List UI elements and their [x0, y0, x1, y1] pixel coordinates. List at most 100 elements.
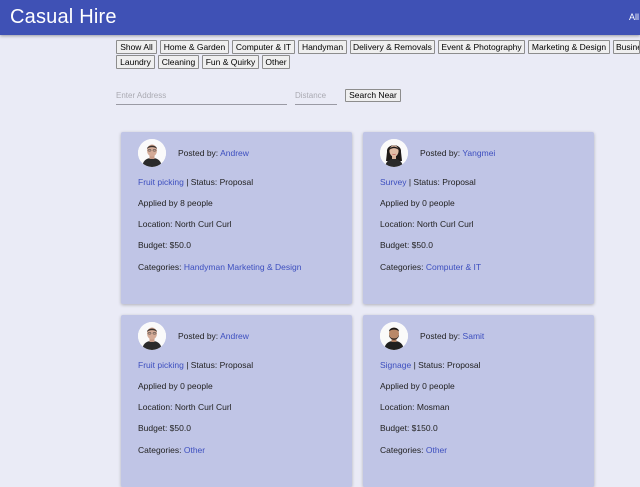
budget-value: $150.0 [411, 423, 438, 433]
category-computer-it-button[interactable]: Computer & IT [232, 40, 295, 54]
man-avatar-icon[interactable] [138, 139, 166, 167]
category-delivery-removals-button[interactable]: Delivery & Removals [350, 40, 435, 54]
app-title[interactable]: Casual Hire [10, 6, 117, 28]
location-prefix: Location: [138, 219, 175, 229]
job-budget: Budget: $150.0 [380, 423, 438, 434]
budget-value: $50.0 [169, 240, 191, 250]
job-budget: Budget: $50.0 [138, 240, 191, 251]
budget-prefix: Budget: [380, 423, 412, 433]
category-show-all-button[interactable]: Show All [116, 40, 157, 54]
job-location: Location: North Curl Curl [138, 402, 232, 413]
woman-avatar-icon[interactable] [380, 139, 408, 167]
job-title-link[interactable]: Fruit picking [138, 177, 184, 187]
budget-value: $50.0 [169, 423, 191, 433]
category-other-button[interactable]: Other [262, 55, 290, 69]
job-title-status: Survey | Status: Proposal [380, 177, 476, 188]
job-card: Posted by: Samit Signage | Status: Propo… [363, 315, 594, 487]
job-title-status: Fruit picking | Status: Proposal [138, 177, 253, 188]
applied-suffix: people [184, 381, 213, 391]
budget-value: $50.0 [411, 240, 433, 250]
address-placeholder: Enter Address [116, 91, 167, 100]
job-categories: Categories: Computer & IT [380, 262, 481, 273]
applied-count: Applied by 8 people [138, 198, 213, 209]
job-title-link[interactable]: Fruit picking [138, 360, 184, 370]
job-budget: Budget: $50.0 [380, 240, 433, 251]
distance-placeholder: Distance [295, 91, 327, 100]
location-value: North Curl Curl [174, 402, 232, 412]
applied-prefix: Applied by [138, 381, 181, 391]
status-prefix: | Status: [406, 177, 443, 187]
job-title-link[interactable]: Survey [380, 177, 406, 187]
job-categories: Categories: Other [380, 445, 447, 456]
category-link[interactable]: Other [184, 445, 205, 455]
applied-prefix: Applied by [380, 198, 423, 208]
status-prefix: | Status: [183, 177, 220, 187]
posted-by: Posted by: Samit [420, 331, 484, 342]
location-value: North Curl Curl [174, 219, 232, 229]
location-value: Mosman [416, 402, 450, 412]
category-laundry-button[interactable]: Laundry [116, 55, 155, 69]
bearded-man-avatar-icon[interactable] [380, 322, 408, 350]
posted-by-label: Posted by: [178, 148, 219, 158]
category-fun-quirky-button[interactable]: Fun & Quirky [202, 55, 259, 69]
job-title-status: Fruit picking | Status: Proposal [138, 360, 253, 371]
categories-prefix: Categories: [138, 262, 184, 272]
category-business-button[interactable]: Business [613, 40, 640, 54]
applied-count: Applied by 0 people [138, 381, 213, 392]
job-status: Proposal [446, 360, 481, 370]
job-location: Location: Mosman [380, 402, 449, 413]
applied-suffix: people [426, 198, 455, 208]
category-home-garden-button[interactable]: Home & Garden [160, 40, 229, 54]
location-prefix: Location: [380, 402, 417, 412]
location-prefix: Location: [138, 402, 175, 412]
posted-by: Posted by: Yangmei [420, 148, 495, 159]
job-card: Posted by: Andrew Fruit picking | Status… [121, 132, 352, 304]
job-location: Location: North Curl Curl [380, 219, 474, 230]
job-status: Proposal [219, 360, 254, 370]
category-link[interactable]: Handyman Marketing & Design [184, 262, 302, 272]
job-title-link[interactable]: Signage [380, 360, 411, 370]
category-marketing-design-button[interactable]: Marketing & Design [528, 40, 610, 54]
job-title-status: Signage | Status: Proposal [380, 360, 481, 371]
category-handyman-button[interactable]: Handyman [298, 40, 347, 54]
poster-link[interactable]: Andrew [220, 148, 249, 158]
job-location: Location: North Curl Curl [138, 219, 232, 230]
posted-by-label: Posted by: [178, 331, 219, 341]
category-link[interactable]: Other [426, 445, 447, 455]
applied-prefix: Applied by [138, 198, 181, 208]
category-link[interactable]: Computer & IT [426, 262, 481, 272]
categories-prefix: Categories: [380, 445, 426, 455]
poster-link[interactable]: Samit [463, 331, 485, 341]
job-card: Posted by: Andrew Fruit picking | Status… [121, 315, 352, 487]
job-status: Proposal [442, 177, 476, 187]
location-prefix: Location: [380, 219, 417, 229]
applied-suffix: people [426, 381, 455, 391]
applied-count: Applied by 0 people [380, 381, 455, 392]
distance-input[interactable]: Distance [295, 90, 337, 105]
categories-prefix: Categories: [380, 262, 426, 272]
job-categories: Categories: Handyman Marketing & Design [138, 262, 301, 273]
job-budget: Budget: $50.0 [138, 423, 191, 434]
applied-suffix: people [184, 198, 213, 208]
categories-prefix: Categories: [138, 445, 184, 455]
posted-by: Posted by: Andrew [178, 148, 249, 159]
budget-prefix: Budget: [380, 240, 412, 250]
nav-all-link[interactable]: All [629, 12, 639, 23]
location-value: North Curl Curl [416, 219, 474, 229]
search-near-button[interactable]: Search Near [345, 89, 401, 102]
address-input[interactable]: Enter Address [116, 90, 287, 105]
category-event-photography-button[interactable]: Event & Photography [438, 40, 525, 54]
status-prefix: | Status: [411, 360, 447, 370]
job-card: Posted by: Yangmei Survey | Status: Prop… [363, 132, 594, 304]
applied-prefix: Applied by [380, 381, 423, 391]
posted-by: Posted by: Andrew [178, 331, 249, 342]
status-prefix: | Status: [183, 360, 220, 370]
app-bar: Casual Hire All [0, 0, 640, 35]
budget-prefix: Budget: [138, 423, 170, 433]
posted-by-label: Posted by: [420, 331, 461, 341]
category-cleaning-button[interactable]: Cleaning [158, 55, 199, 69]
job-categories: Categories: Other [138, 445, 205, 456]
man-avatar-icon[interactable] [138, 322, 166, 350]
poster-link[interactable]: Andrew [220, 331, 249, 341]
poster-link[interactable]: Yangmei [462, 148, 495, 158]
